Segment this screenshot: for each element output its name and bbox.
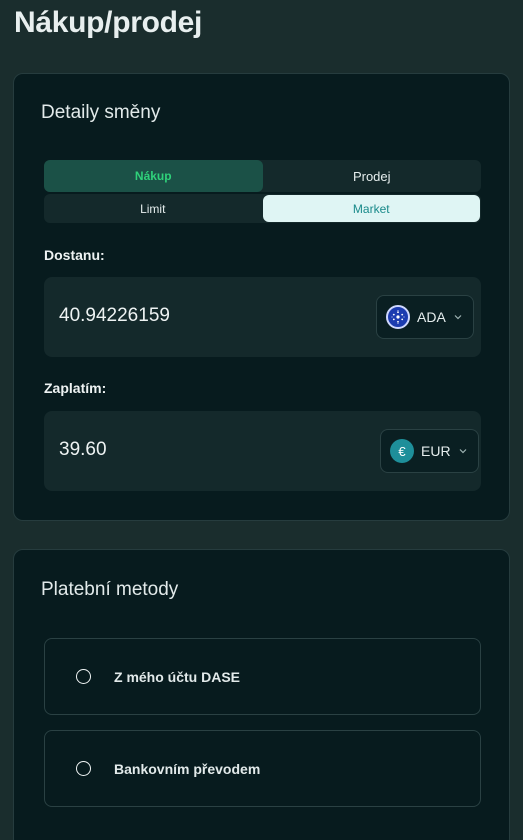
buy-sell-toggle: Nákup Prodej	[44, 160, 481, 192]
payment-option-dase-account[interactable]: Z mého účtu DASE	[44, 638, 481, 715]
tab-market[interactable]: Market	[262, 195, 480, 222]
receive-amount[interactable]: 40.94226159	[59, 305, 170, 327]
receive-label: Dostanu:	[44, 247, 105, 263]
pay-amount[interactable]: 39.60	[59, 439, 107, 461]
tab-sell[interactable]: Prodej	[263, 160, 482, 192]
receive-currency-code: ADA	[417, 309, 446, 325]
receive-currency-select[interactable]: ADA	[376, 295, 474, 339]
exchange-details-title: Detaily směny	[41, 102, 161, 123]
radio-button[interactable]	[76, 669, 91, 684]
tab-buy[interactable]: Nákup	[44, 160, 263, 192]
chevron-down-icon	[459, 449, 466, 454]
payment-option-label: Bankovním převodem	[114, 760, 261, 777]
cardano-icon	[386, 305, 410, 329]
pay-currency-select[interactable]: € EUR	[380, 429, 479, 473]
payment-option-bank-transfer[interactable]: Bankovním převodem	[44, 730, 481, 807]
pay-field[interactable]: 39.60 € EUR	[44, 411, 481, 491]
pay-currency-code: EUR	[421, 443, 451, 459]
radio-button[interactable]	[76, 761, 91, 776]
order-type-toggle: Limit Market	[44, 194, 481, 223]
euro-icon: €	[390, 439, 414, 463]
receive-field[interactable]: 40.94226159 ADA	[44, 277, 481, 357]
payment-option-label: Z mého účtu DASE	[114, 668, 241, 685]
page-title: Nákup/prodej	[14, 6, 203, 39]
payment-methods-title: Platební metody	[41, 579, 179, 600]
exchange-details-card: Detaily směny Nákup Prodej Limit Market …	[13, 73, 510, 521]
chevron-down-icon	[454, 315, 462, 320]
payment-methods-card: Platební metody Z mého účtu DASE Bankovn…	[13, 549, 510, 840]
pay-label: Zaplatím:	[44, 380, 107, 396]
tab-limit[interactable]: Limit	[44, 194, 262, 223]
